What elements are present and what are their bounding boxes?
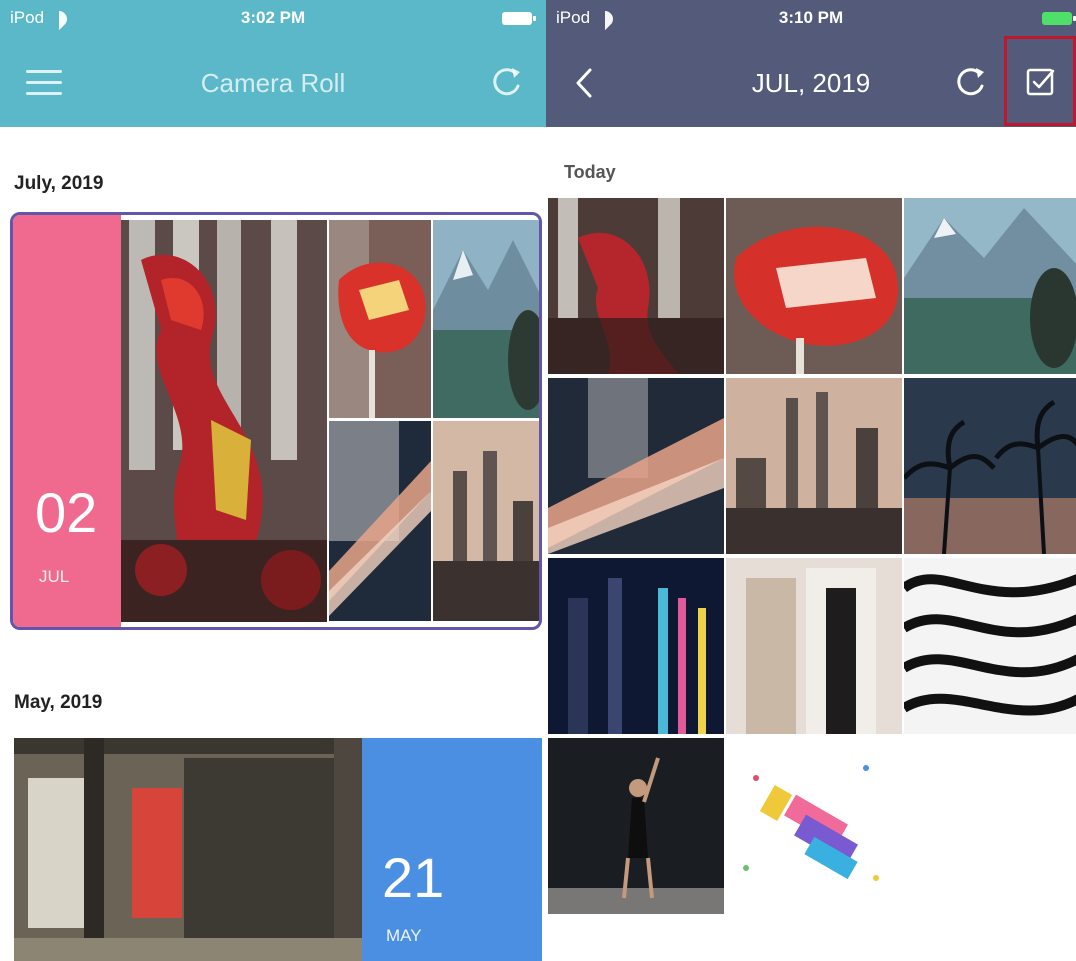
date-panel: 21 MAY — [362, 738, 542, 961]
grid-photo-dancer[interactable] — [548, 738, 724, 914]
page-title: JUL, 2019 — [751, 68, 871, 98]
select-button[interactable] — [1004, 36, 1076, 126]
day-number: 21 — [382, 846, 445, 909]
month-heading-july: July, 2019 — [14, 173, 104, 194]
status-bar: iPod 3:10 PM — [546, 8, 1076, 32]
grid-photo-palm-trees[interactable] — [904, 378, 1076, 554]
nav-bar: JUL, 2019 — [546, 52, 1076, 114]
date-panel: 02 JUL — [13, 215, 121, 627]
battery-icon — [502, 12, 536, 25]
album-detail-screen: iPod 3:10 PM JUL, 2019 Today — [546, 0, 1076, 961]
status-time: 3:10 PM — [778, 8, 844, 27]
photo-mountain-lake — [433, 220, 539, 418]
photo-office-shelves — [14, 738, 362, 961]
header-bar: iPod 3:10 PM JUL, 2019 — [546, 0, 1076, 127]
grid-photo-light-trails[interactable] — [548, 378, 724, 554]
grid-photo-pinata[interactable] — [726, 738, 902, 914]
camera-roll-screen: iPod 3:02 PM Camera Roll July, 2019 02 J… — [0, 0, 546, 961]
photo-dragon-head — [329, 220, 431, 418]
photo-dragon-dance — [121, 220, 327, 622]
refresh-icon[interactable] — [486, 62, 526, 102]
album-card-may[interactable]: 21 MAY — [14, 738, 542, 961]
section-heading: Today — [564, 162, 616, 182]
grid-photo-neon-city[interactable] — [548, 558, 724, 734]
month-heading-may: May, 2019 — [14, 692, 103, 713]
grid-photo-dragon-head[interactable] — [726, 198, 902, 374]
album-card-july[interactable]: 02 JUL — [10, 212, 542, 630]
day-number: 02 — [35, 481, 98, 544]
nav-bar: Camera Roll — [0, 52, 546, 114]
refresh-icon[interactable] — [950, 62, 990, 102]
header-bar: iPod 3:02 PM Camera Roll — [0, 0, 546, 127]
photo-city-skyline — [433, 421, 539, 621]
status-bar: iPod 3:02 PM — [0, 8, 546, 32]
grid-photo-wavy-pattern[interactable] — [904, 558, 1076, 734]
page-title: Camera Roll — [200, 68, 346, 98]
status-time: 3:02 PM — [240, 8, 306, 27]
month-abbr: MAY — [386, 926, 422, 945]
checkbox-icon — [1026, 68, 1055, 96]
photo-light-trails — [329, 421, 431, 621]
battery-icon — [1042, 12, 1076, 25]
grid-photo-people[interactable] — [726, 558, 902, 734]
month-abbr: JUL — [39, 567, 70, 586]
grid-photo-mountain-lake[interactable] — [904, 198, 1076, 374]
grid-photo-dragon-dance[interactable] — [548, 198, 724, 374]
grid-photo-city-skyline[interactable] — [726, 378, 902, 554]
